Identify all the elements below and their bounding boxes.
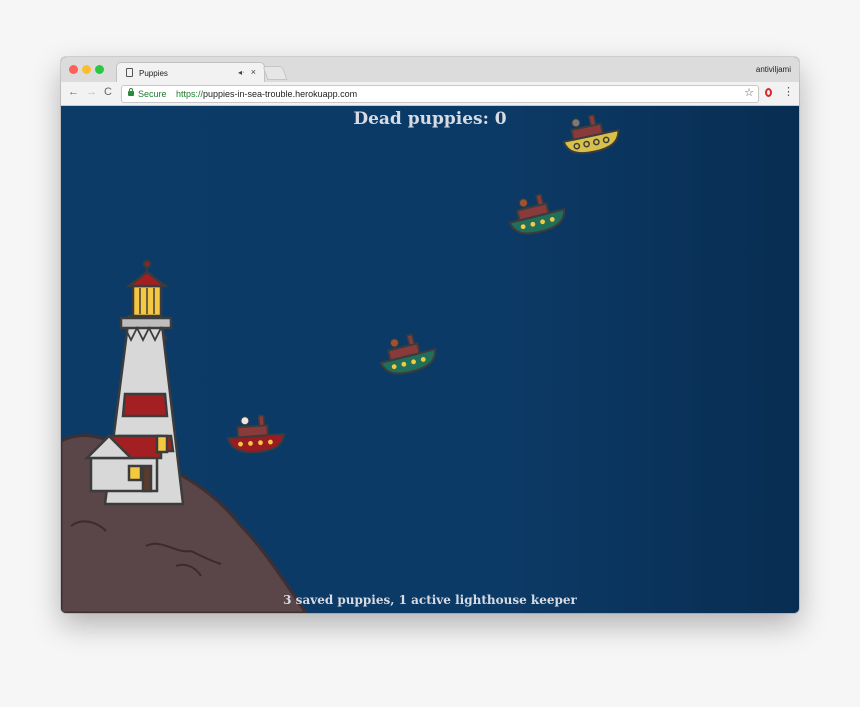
secure-label: Secure (138, 89, 167, 99)
keeper-house (83, 434, 169, 493)
url-host: puppies-in-sea-trouble.herokuapp.com (203, 89, 358, 99)
lighthouse-stripe (121, 392, 169, 418)
url-text[interactable]: https://puppies-in-sea-trouble.herokuapp… (176, 86, 357, 102)
minimize-window-button[interactable] (82, 65, 91, 74)
house-door (141, 464, 153, 493)
status-line: 3 saved puppies, 1 active lighthouse kee… (283, 593, 577, 607)
profile-name[interactable]: antiviljami (756, 65, 791, 74)
back-arrow-icon[interactable]: ← (68, 86, 79, 98)
address-bar[interactable]: Secure https://puppies-in-sea-trouble.he… (121, 85, 759, 103)
menu-dots-icon[interactable]: ⋮ (783, 85, 794, 98)
reload-icon[interactable]: C (104, 86, 112, 98)
lighthouse-finial (142, 259, 152, 269)
close-icon[interactable]: × (251, 67, 256, 77)
url-scheme: https:// (176, 89, 204, 99)
tab-bar: Puppies ◂ᐧ × antiviljami (61, 57, 799, 84)
page-icon (126, 68, 133, 77)
speaker-icon[interactable]: ◂ᐧ (238, 68, 244, 77)
tab-puppies[interactable]: Puppies ◂ᐧ × (116, 62, 265, 84)
forward-arrow-icon[interactable]: → (86, 86, 97, 98)
house-window (155, 434, 169, 454)
zoom-window-button[interactable] (95, 65, 104, 74)
bookmark-star-icon[interactable]: ☆ (744, 85, 754, 101)
tab-title: Puppies (139, 69, 168, 78)
house-window (127, 464, 143, 482)
browser-window: Puppies ◂ᐧ × antiviljami ← → C Secure ht… (61, 57, 799, 613)
lighthouse-gallery (119, 316, 173, 330)
close-window-button[interactable] (69, 65, 78, 74)
dead-puppies-counter: Dead puppies: 0 (353, 109, 507, 129)
game-scene (61, 114, 620, 613)
lighthouse-roof (125, 270, 169, 288)
browser-toolbar: ← → C Secure https://puppies-in-sea-trou… (61, 82, 799, 106)
game-canvas[interactable]: Dead puppies: 0 3 saved puppies, 1 activ… (61, 106, 799, 613)
new-tab-button[interactable] (262, 66, 288, 80)
boat-red (226, 414, 286, 454)
opera-extension-icon[interactable] (765, 88, 772, 97)
lock-icon (128, 88, 134, 96)
boat-green-1 (508, 193, 566, 235)
boat-green-2 (379, 333, 437, 375)
